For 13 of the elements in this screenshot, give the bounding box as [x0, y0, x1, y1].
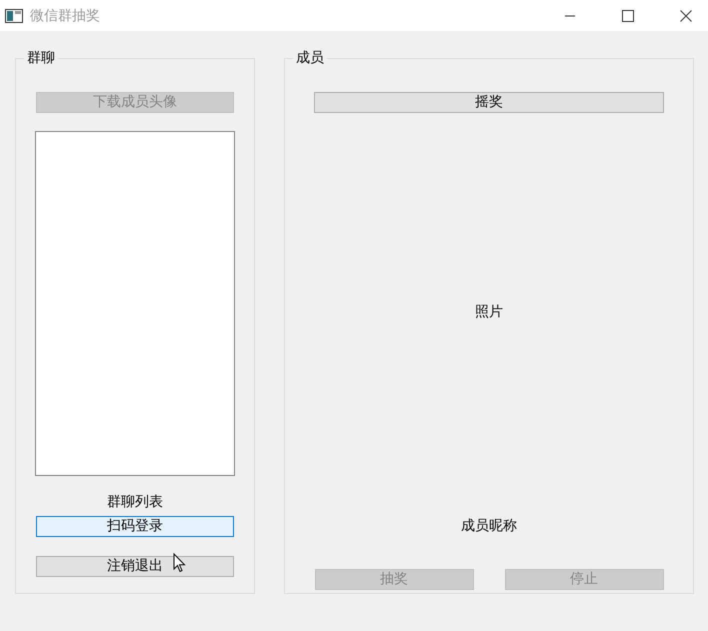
cursor-icon	[173, 553, 186, 573]
app-icon	[5, 8, 23, 22]
group-title: 群聊	[26, 50, 56, 66]
maximize-icon[interactable]	[622, 10, 634, 22]
close-icon[interactable]	[680, 10, 692, 22]
action-button[interactable]: 注销退出	[36, 556, 234, 577]
action-button[interactable]: 扫码登录	[36, 516, 234, 537]
list-label: 群聊列表	[107, 493, 163, 511]
shake-button[interactable]: 摇奖	[314, 92, 664, 113]
window-title: 微信群抽奖	[30, 6, 100, 24]
photo-label: 照片	[475, 303, 503, 321]
group-title: 成员	[295, 50, 325, 66]
nickname-label: 成员昵称	[461, 517, 517, 535]
